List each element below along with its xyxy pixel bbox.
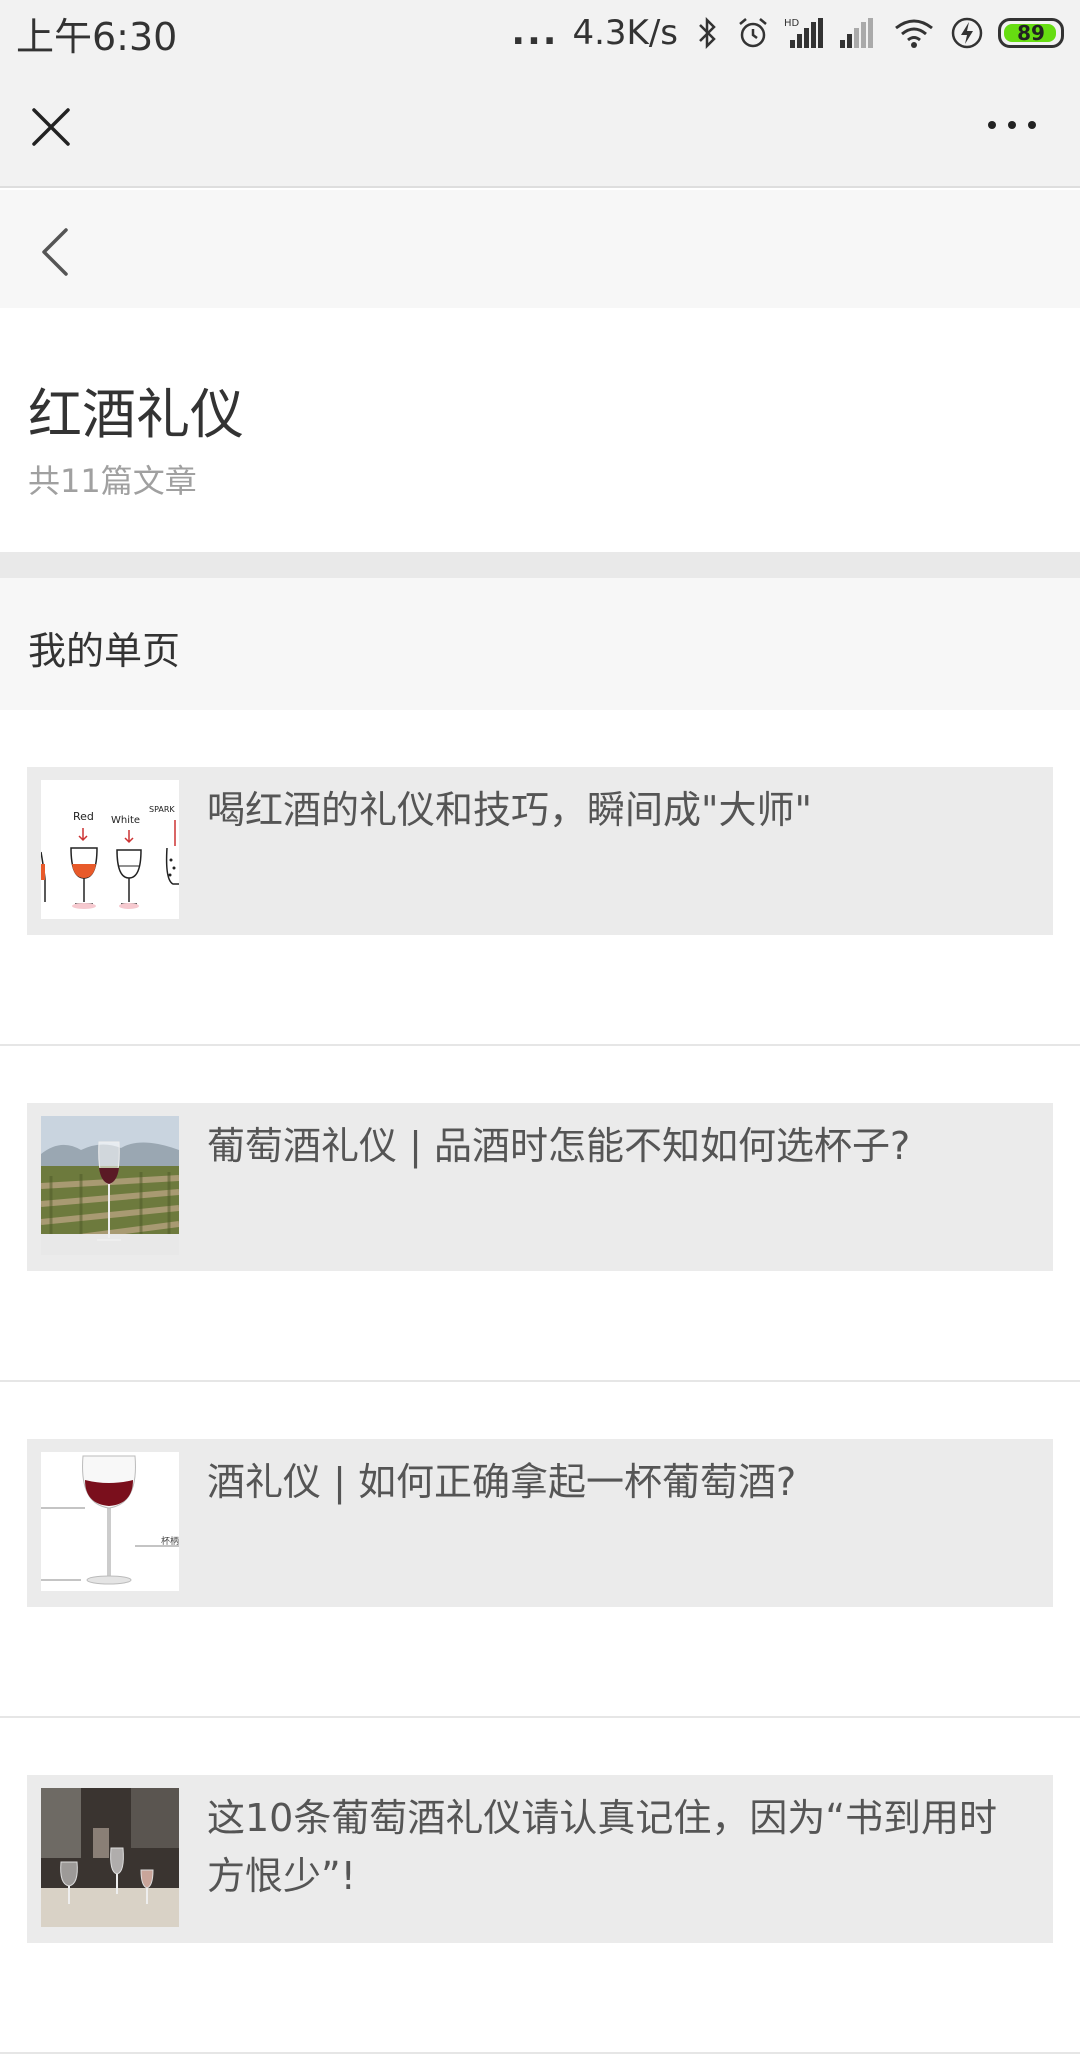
article-card[interactable]: 这10条葡萄酒礼仪请认真记住，因为“书到用时方恨少”! xyxy=(27,1775,1053,1943)
network-speed: 4.3K/s xyxy=(572,13,678,53)
list-item: 杯柄 酒礼仪 | 如何正确拿起一杯葡萄酒? xyxy=(0,1382,1080,1718)
article-title: 这10条葡萄酒礼仪请认真记住，因为“书到用时方恨少”! xyxy=(207,1796,998,1898)
section-header: 我的单页 xyxy=(0,578,1080,710)
list-item: 这10条葡萄酒礼仪请认真记住，因为“书到用时方恨少”! xyxy=(0,1718,1080,2054)
article-thumbnail: 杯柄 xyxy=(41,1452,179,1591)
close-icon[interactable] xyxy=(30,106,72,148)
article-thumbnail: Red White SPARK xyxy=(41,780,179,919)
battery-icon: 89 xyxy=(998,18,1064,48)
article-thumbnail xyxy=(41,1788,179,1927)
thumb-label-stem: 杯柄 xyxy=(161,1535,179,1547)
nav-bar xyxy=(0,190,1080,308)
article-title: 喝红酒的礼仪和技巧，瞬间成"大师" xyxy=(207,788,812,832)
divider xyxy=(0,552,1080,578)
article-card[interactable]: 杯柄 酒礼仪 | 如何正确拿起一杯葡萄酒? xyxy=(27,1439,1053,1607)
article-card[interactable]: 葡萄酒礼仪 | 品酒时怎能不知如何选杯子? xyxy=(27,1103,1053,1271)
article-card[interactable]: Red White SPARK 喝红酒的礼仪和技巧，瞬间成"大师" xyxy=(27,767,1053,935)
alarm-icon xyxy=(739,18,767,48)
article-title: 葡萄酒礼仪 | 品酒时怎能不知如何选杯子? xyxy=(207,1124,911,1168)
article-thumbnail xyxy=(41,1116,179,1255)
thumb-label-spark: SPARK xyxy=(149,805,175,814)
chevron-left-icon[interactable] xyxy=(36,226,72,278)
title-bar xyxy=(0,66,1080,188)
list-item: 葡萄酒礼仪 | 品酒时怎能不知如何选杯子? xyxy=(0,1046,1080,1382)
thumb-label-red: Red xyxy=(73,810,94,823)
album-header: 红酒礼仪 共11篇文章 xyxy=(0,308,1080,552)
battery-level: 89 xyxy=(1017,21,1045,45)
more-icon[interactable] xyxy=(988,121,1036,129)
list-item: Red White SPARK 喝红酒的礼仪和技巧，瞬间成"大师" xyxy=(0,710,1080,1046)
section-title: 我的单页 xyxy=(28,629,181,673)
bluetooth-icon xyxy=(699,16,716,50)
status-icons: ... 4.3K/s HD 89 xyxy=(511,13,1064,53)
article-count: 共11篇文章 xyxy=(28,462,197,500)
status-time: 上午6:30 xyxy=(16,14,178,59)
article-title: 酒礼仪 | 如何正确拿起一杯葡萄酒? xyxy=(207,1460,797,1504)
signal-icon xyxy=(840,18,873,48)
wifi-icon xyxy=(895,19,933,48)
charging-icon xyxy=(951,17,983,49)
status-bar: 上午6:30 ... 4.3K/s HD 89 xyxy=(0,0,1080,66)
svg-text:HD: HD xyxy=(784,18,800,29)
status-dots: ... xyxy=(511,12,559,53)
page-title: 红酒礼仪 xyxy=(28,383,244,446)
signal-hd-icon: HD xyxy=(784,18,823,48)
thumb-label-white: White xyxy=(111,815,140,826)
